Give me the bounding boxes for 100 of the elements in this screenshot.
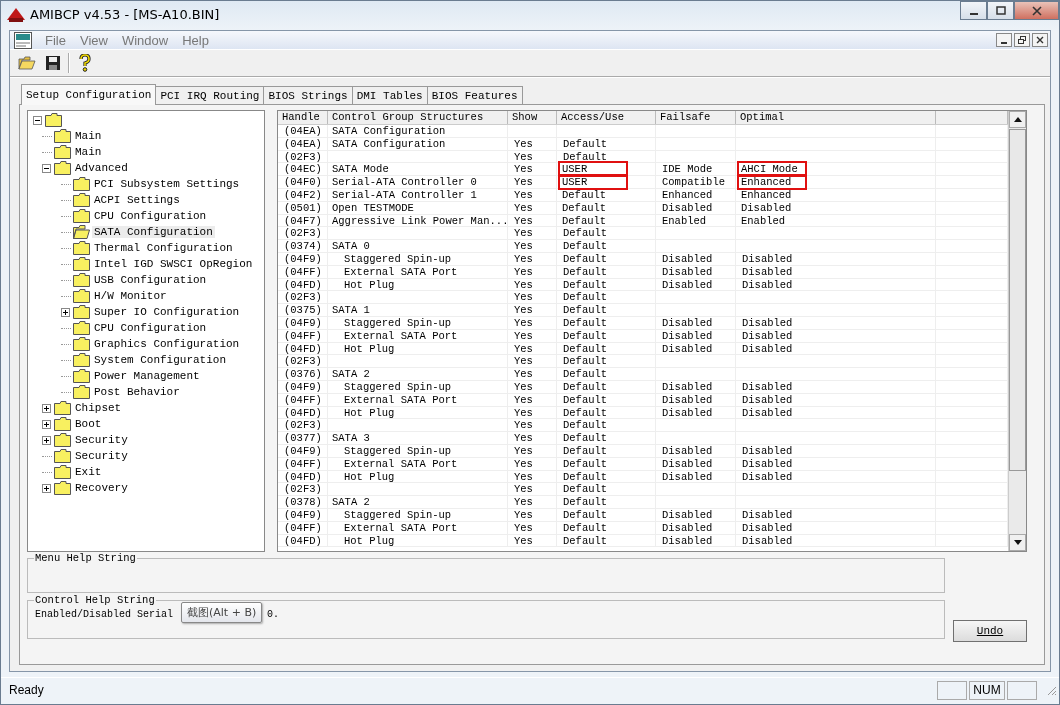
maximize-button[interactable] [987, 1, 1014, 20]
minimize-button[interactable] [960, 1, 987, 20]
structure-cell: External SATA Port [328, 329, 508, 342]
optimal-cell: Disabled [736, 406, 936, 419]
resize-grip-icon[interactable] [1045, 684, 1057, 696]
column-header[interactable]: Failsafe [656, 111, 736, 124]
optimal-cell: Disabled [736, 508, 936, 521]
handle-cell: (04FF) [278, 457, 328, 470]
tree-item[interactable]: Main [73, 130, 104, 142]
structure-cell: SATA Mode [328, 163, 508, 176]
structure-cell: Staggered Spin-up [328, 444, 508, 457]
tree-item[interactable]: Super IO Configuration [92, 306, 242, 318]
tree-item[interactable]: Exit [73, 466, 104, 478]
handle-cell: (0374) [278, 240, 328, 252]
access-cell: Default [557, 521, 656, 534]
app-logo-icon [7, 7, 25, 22]
handle-cell: (04F2) [278, 189, 328, 201]
failsafe-cell: Enhanced [656, 189, 736, 201]
scroll-up-icon[interactable] [1009, 111, 1026, 128]
minimize-button[interactable] [996, 33, 1012, 47]
expand-icon[interactable] [42, 419, 52, 429]
show-cell: Yes [508, 432, 557, 444]
structure-cell: Staggered Spin-up [328, 316, 508, 329]
collapse-icon[interactable] [33, 115, 43, 125]
column-header[interactable]: Handle [278, 111, 328, 124]
access-cell: Default [557, 304, 656, 316]
window-title: AMIBCP v4.53 - [MS-A10.BIN] [30, 7, 220, 22]
num-lock-indicator: NUM [969, 680, 1005, 700]
restore-button[interactable] [1014, 33, 1030, 47]
vertical-scrollbar[interactable] [1008, 111, 1026, 551]
optimal-cell: Disabled [736, 470, 936, 483]
failsafe-cell: Compatible [656, 176, 736, 188]
expand-icon[interactable] [42, 403, 52, 413]
tree-item[interactable]: System Configuration [92, 354, 229, 366]
structure-cell: Serial-ATA Controller 1 [328, 189, 508, 201]
tree-item[interactable]: USB Configuration [92, 274, 209, 286]
minimize-icon [969, 12, 978, 15]
menu-item[interactable]: File [38, 32, 73, 48]
column-header[interactable]: Show [508, 111, 557, 124]
column-header[interactable]: Optimal [736, 111, 936, 124]
tree-item[interactable]: Main [73, 146, 104, 158]
structure-cell: SATA Configuration [328, 137, 508, 150]
access-cell: Default [557, 137, 656, 150]
tree-item[interactable]: ACPI Settings [92, 194, 182, 206]
menu-item[interactable]: Help [175, 32, 216, 48]
structure-cell: Staggered Spin-up [328, 508, 508, 521]
column-header[interactable]: Control Group Structures [328, 111, 508, 124]
expand-icon[interactable] [42, 483, 52, 493]
tree-item[interactable]: Security [73, 450, 130, 462]
tree-item[interactable]: Thermal Configuration [92, 242, 235, 254]
tree-item[interactable]: Advanced [73, 162, 130, 174]
failsafe-cell: Disabled [656, 470, 736, 483]
menu-item[interactable]: View [72, 32, 115, 48]
collapse-icon[interactable] [42, 163, 52, 173]
tree-item[interactable]: CPU Configuration [92, 322, 209, 334]
tree-item[interactable]: SATA Configuration [92, 226, 215, 238]
show-cell: Yes [508, 227, 557, 240]
column-header[interactable]: Access/Use [557, 111, 656, 124]
menu-item[interactable]: Window [114, 32, 176, 48]
tree-item[interactable]: Graphics Configuration [92, 338, 242, 350]
access-cell: Default [557, 444, 656, 457]
failsafe-cell: Disabled [656, 342, 736, 355]
structure-cell: External SATA Port [328, 393, 508, 406]
access-cell: Default [557, 227, 656, 240]
expand-icon[interactable] [61, 307, 71, 317]
access-cell: Default [557, 393, 656, 406]
tab[interactable]: BIOS Features [426, 86, 523, 104]
scroll-thumb[interactable] [1009, 129, 1026, 471]
tree-item[interactable]: Boot [73, 418, 104, 430]
tab[interactable]: BIOS Strings [263, 86, 353, 104]
tree-item[interactable]: Power Management [92, 370, 202, 382]
show-cell: Yes [508, 137, 557, 150]
handle-cell: (04F9) [278, 508, 328, 521]
tab[interactable]: PCI IRQ Routing [155, 86, 265, 104]
show-cell: Yes [508, 304, 557, 316]
tree-item[interactable]: CPU Configuration [92, 210, 209, 222]
expand-icon[interactable] [42, 435, 52, 445]
access-cell: USER [560, 163, 626, 176]
tree-item[interactable]: Chipset [73, 402, 124, 414]
failsafe-cell: Disabled [656, 406, 736, 419]
tree-item[interactable]: Security [73, 434, 130, 446]
tree-item[interactable]: PCI Subsystem Settings [92, 178, 242, 190]
tree-item[interactable]: Intel IGD SWSCI OpRegion [92, 258, 255, 270]
restore-icon [1018, 36, 1026, 44]
access-cell: Default [557, 496, 656, 508]
tree-item[interactable]: H/W Monitor [92, 290, 169, 302]
undo-button[interactable]: Undo [953, 620, 1027, 642]
optimal-cell: Disabled [736, 393, 936, 406]
scroll-down-icon[interactable] [1009, 534, 1026, 551]
close-button[interactable] [1032, 33, 1048, 47]
structure-cell: External SATA Port [328, 457, 508, 470]
folder-icon [73, 385, 90, 399]
tab[interactable]: Setup Configuration [21, 84, 157, 105]
handle-cell: (04F0) [278, 176, 328, 188]
status-pane [937, 680, 967, 700]
tree-item[interactable]: Recovery [73, 482, 130, 494]
handle-cell: (04EA) [278, 137, 328, 150]
tree-item[interactable]: Post Behavior [92, 386, 182, 398]
folder-icon [73, 289, 90, 303]
show-cell: Yes [508, 444, 557, 457]
